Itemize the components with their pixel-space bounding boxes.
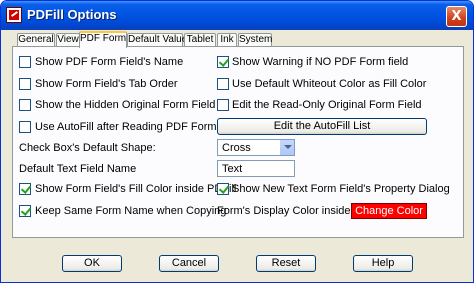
use-autofill-checkbox[interactable]	[19, 121, 31, 133]
change-color-button[interactable]: Change Color	[351, 203, 427, 219]
close-button[interactable]: X	[446, 6, 467, 27]
pdfill-app-icon	[6, 7, 22, 23]
keep-same-name-label: Keep Same Form Name when Copying	[35, 205, 227, 217]
show-tab-order-label: Show Form Field's Tab Order	[35, 78, 178, 90]
show-warning-checkbox[interactable]	[217, 56, 229, 68]
pdfill-options-dialog: PDFill Options X General View PDF Form D…	[0, 0, 474, 283]
default-whiteout-label: Use Default Whiteout Color as Fill Color	[232, 78, 427, 90]
show-property-dialog-label: Show New Text Form Field's Property Dial…	[232, 183, 450, 195]
tab-view[interactable]: View	[56, 33, 80, 47]
tab-tablet[interactable]: Tablet	[184, 33, 216, 47]
show-fill-color-label: Show Form Field's Fill Color inside PDFi…	[35, 183, 237, 195]
show-field-name-checkbox[interactable]	[19, 56, 31, 68]
tab-ink[interactable]: Ink	[217, 33, 237, 47]
window-title: PDFill Options	[27, 7, 117, 22]
chevron-down-icon[interactable]	[279, 140, 294, 155]
text-field-name-value: Text	[222, 163, 243, 175]
show-warning-label: Show Warning if NO PDF Form field	[232, 56, 409, 68]
tab-pdf-form[interactable]: PDF Form	[79, 31, 127, 48]
checkbox-shape-label: Check Box's Default Shape:	[19, 142, 156, 154]
reset-button[interactable]: Reset	[256, 255, 316, 272]
tab-system[interactable]: System	[238, 33, 272, 47]
use-autofill-label: Use AutoFill after Reading PDF Form	[35, 121, 217, 133]
tab-default-value[interactable]: Default Value	[127, 33, 187, 47]
tab-general[interactable]: General	[17, 33, 55, 47]
edit-readonly-label: Edit the Read-Only Original Form Field	[232, 99, 422, 111]
checkbox-shape-select[interactable]: Cross	[217, 139, 295, 156]
text-field-name-label: Default Text Field Name	[19, 163, 137, 175]
show-hidden-original-label: Show the Hidden Original Form Field	[35, 99, 216, 111]
ok-button[interactable]: OK	[62, 255, 122, 272]
edit-readonly-checkbox[interactable]	[217, 99, 229, 111]
show-hidden-original-checkbox[interactable]	[19, 99, 31, 111]
help-button[interactable]: Help	[353, 255, 413, 272]
text-field-name-input[interactable]: Text	[217, 160, 295, 177]
checkbox-shape-value: Cross	[222, 142, 251, 154]
show-tab-order-checkbox[interactable]	[19, 78, 31, 90]
default-whiteout-checkbox[interactable]	[217, 78, 229, 90]
title-bar: PDFill Options X	[1, 1, 473, 30]
show-field-name-label: Show PDF Form Field's Name	[35, 56, 184, 68]
show-property-dialog-checkbox[interactable]	[217, 183, 229, 195]
cancel-button[interactable]: Cancel	[159, 255, 219, 272]
show-fill-color-checkbox[interactable]	[19, 183, 31, 195]
keep-same-name-checkbox[interactable]	[19, 205, 31, 217]
edit-autofill-list-button[interactable]: Edit the AutoFill List	[217, 118, 427, 135]
